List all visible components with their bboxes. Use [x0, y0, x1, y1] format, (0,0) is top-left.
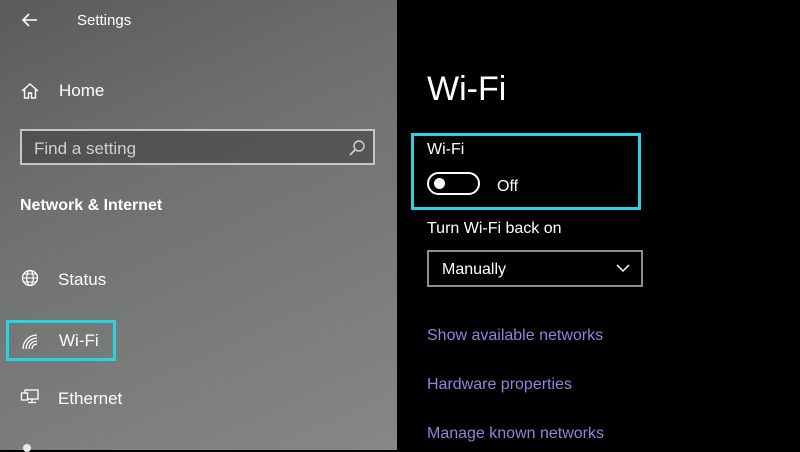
wifi-settings-pane: Wi-Fi Wi-Fi Off Turn Wi-Fi back on Manua…	[397, 0, 800, 450]
wifi-toggle-state: Off	[497, 178, 519, 195]
sidebar-item-label: Home	[59, 81, 105, 100]
toggle-knob	[434, 178, 445, 189]
sidebar-item-ethernet[interactable]: Ethernet	[10, 381, 210, 415]
turn-back-on-label: Turn Wi-Fi back on	[427, 220, 562, 237]
sidebar-item-status[interactable]: Status	[10, 262, 210, 296]
show-available-networks-link[interactable]: Show available networks	[427, 327, 603, 345]
dropdown-value: Manually	[442, 261, 507, 278]
turn-back-on-dropdown[interactable]: Manually	[427, 250, 643, 287]
ethernet-icon	[20, 389, 39, 404]
window-title: Settings	[77, 12, 132, 29]
page-title: Wi-Fi	[427, 70, 507, 108]
wifi-toggle-switch[interactable]	[427, 172, 480, 195]
sidebar-item-home[interactable]: Home	[10, 74, 210, 108]
hardware-properties-link[interactable]: Hardware properties	[427, 376, 572, 394]
back-arrow-icon[interactable]	[18, 8, 42, 32]
settings-nav-pane: Settings Home Find a setting Network & I…	[0, 0, 397, 452]
sidebar-item-label: Ethernet	[58, 389, 123, 408]
search-input[interactable]: Find a setting	[20, 129, 375, 165]
next-item-icon	[23, 444, 31, 452]
wifi-toggle-label: Wi-Fi	[427, 141, 465, 158]
sidebar-item-label: Status	[58, 270, 107, 289]
wifi-toggle-group: Wi-Fi Off	[411, 133, 641, 210]
sidebar-item-wifi[interactable]: Wi-Fi	[6, 320, 116, 361]
search-placeholder: Find a setting	[34, 139, 137, 158]
home-icon	[21, 83, 39, 99]
sidebar-item-label: Wi-Fi	[59, 331, 99, 350]
manage-known-networks-link[interactable]: Manage known networks	[427, 425, 604, 443]
wifi-icon	[22, 334, 38, 350]
search-icon[interactable]	[348, 139, 366, 157]
chevron-down-icon	[616, 264, 630, 273]
globe-icon	[21, 269, 39, 287]
section-heading: Network & Internet	[20, 197, 163, 214]
